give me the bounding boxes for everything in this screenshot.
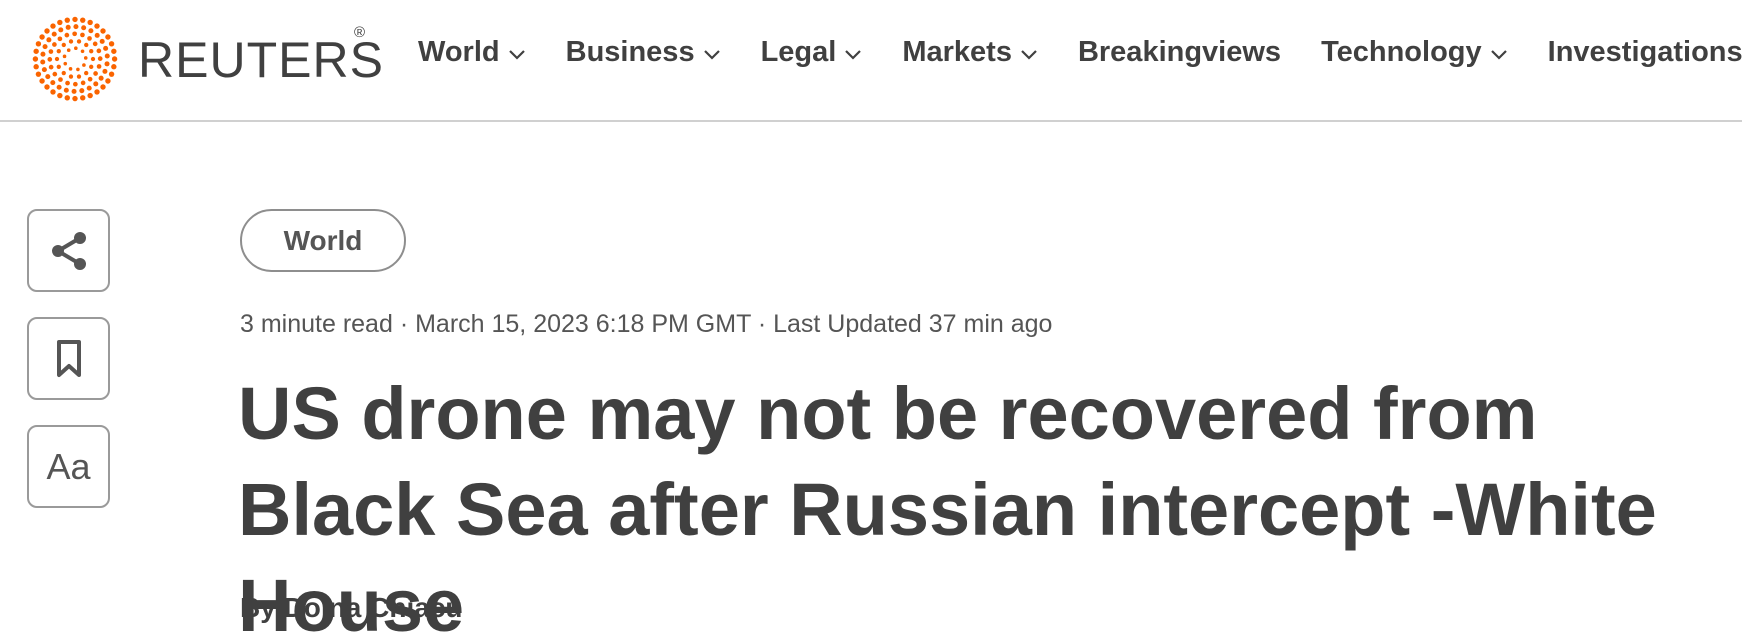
main-nav: World Business Legal Markets Breakingvie… [418, 36, 1742, 69]
nav-item-label: World [418, 36, 500, 68]
byline-prefix: By [240, 592, 276, 623]
nav-item-label: Investigations [1547, 36, 1742, 68]
reuters-logo-icon [32, 16, 118, 102]
chevron-down-icon [1490, 49, 1507, 60]
nav-item-markets[interactable]: Markets [902, 36, 1038, 69]
nav-item-label: Markets [902, 36, 1012, 68]
chevron-down-icon [845, 49, 862, 60]
section-tag-world[interactable]: World [240, 209, 406, 272]
nav-item-business[interactable]: Business [566, 36, 721, 69]
reuters-logo[interactable]: REUTERS [26, 14, 384, 104]
nav-item-world[interactable]: World [418, 36, 526, 69]
chevron-down-icon [1021, 49, 1037, 60]
article-meta: 3 minute read · March 15, 2023 6:18 PM G… [240, 310, 1053, 338]
nav-item-breakingviews[interactable]: Breakingviews [1078, 36, 1281, 69]
nav-item-investigations[interactable]: Investigations [1548, 36, 1742, 69]
page: REUTERS ® World Business Legal Markets B… [0, 0, 1742, 642]
nav-item-label: Legal [760, 36, 837, 68]
nav-item-label: Breakingviews [1077, 36, 1282, 68]
chevron-down-icon [703, 49, 720, 60]
font-size-label: Aa [46, 445, 91, 487]
article-byline: By Doina Chiacu [240, 592, 463, 624]
nav-item-label: Business [565, 36, 695, 68]
chevron-down-icon [508, 49, 525, 60]
registered-mark: ® [354, 24, 366, 41]
nav-item-technology[interactable]: Technology [1321, 36, 1508, 69]
share-icon [51, 231, 86, 270]
author-link[interactable]: Doina Chiacu [284, 592, 463, 623]
nav-item-legal[interactable]: Legal [761, 36, 863, 69]
bookmark-button[interactable] [27, 317, 110, 400]
logo-wordmark: REUTERS [138, 32, 384, 88]
share-button[interactable] [27, 209, 110, 292]
bookmark-icon [56, 339, 81, 377]
nav-item-label: Technology [1321, 36, 1482, 68]
site-header: REUTERS ® World Business Legal Markets B… [0, 0, 1742, 122]
font-size-button[interactable]: Aa [27, 425, 110, 508]
